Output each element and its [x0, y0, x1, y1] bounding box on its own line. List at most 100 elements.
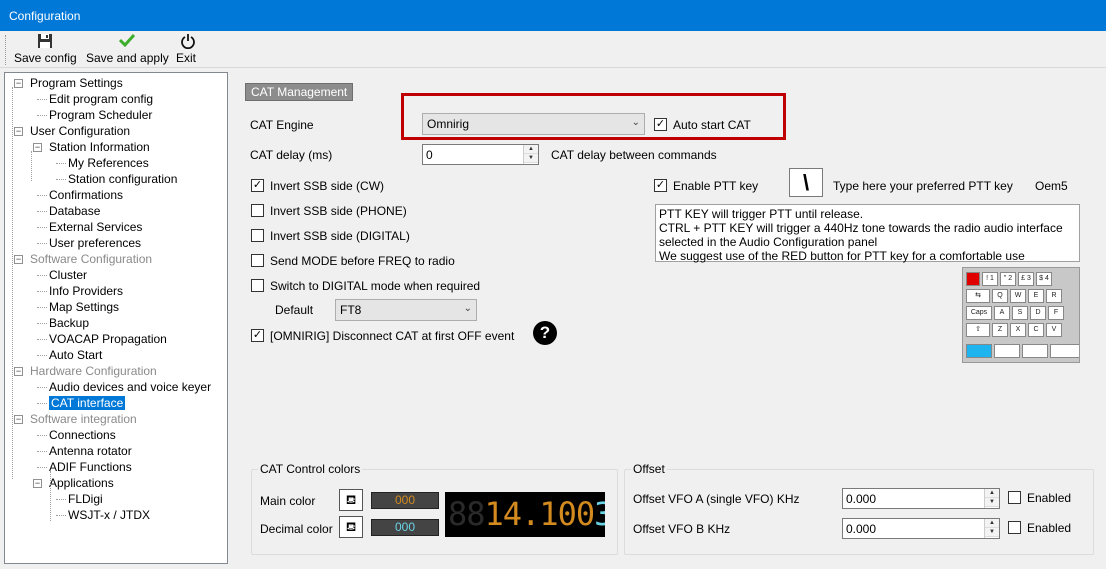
tree-item[interactable]: Info Providers — [49, 283, 123, 299]
offset-vfo-a-spinner[interactable]: ▲ ▼ — [984, 489, 999, 508]
cat-engine-select[interactable]: Omnirig ⌄ — [422, 113, 645, 135]
tree-expander-icon[interactable]: − — [14, 79, 23, 88]
tree-connector — [37, 467, 47, 468]
enable-ptt-checkbox[interactable]: ✓ — [654, 179, 667, 192]
tree-item[interactable]: Station configuration — [68, 171, 177, 187]
tree-item[interactable]: Antenna rotator — [49, 443, 132, 459]
tree-item-label: Program Settings — [30, 76, 123, 90]
invert-ssb-digital-checkbox[interactable] — [251, 229, 264, 242]
offset-vfo-a-value: 0.000 — [846, 492, 877, 506]
decimal-color-value[interactable]: 000 — [371, 519, 439, 536]
tree-item[interactable]: External Services — [49, 219, 142, 235]
frequency-display-preview: 8814.100300 — [445, 492, 605, 537]
tree-expander-icon[interactable]: − — [14, 367, 23, 376]
tree-expander-icon[interactable]: − — [33, 479, 42, 488]
cat-management-panel: CAT Management CAT Engine Omnirig ⌄ ✓ Au… — [236, 72, 1106, 569]
tree-item[interactable]: My References — [68, 155, 149, 171]
keyboard-key: W — [1010, 289, 1026, 303]
tree-connector — [37, 115, 47, 116]
default-mode-label: Default — [275, 303, 314, 317]
tree-item[interactable]: Applications — [49, 475, 114, 491]
keyboard-key — [966, 272, 980, 286]
tree-expander-icon[interactable]: − — [14, 127, 23, 136]
tree-item-label: Station configuration — [68, 172, 178, 186]
main-color-label: Main color — [260, 494, 316, 508]
tree-item[interactable]: CAT interface — [49, 395, 126, 411]
exit-button[interactable]: Exit — [176, 33, 200, 65]
tree-item[interactable]: Edit program config — [49, 91, 153, 107]
invert-ssb-cw-checkbox[interactable]: ✓ — [251, 179, 264, 192]
cat-delay-value: 0 — [426, 148, 433, 162]
keyboard-key: E — [1028, 289, 1044, 303]
tree-item[interactable]: Map Settings — [49, 299, 119, 315]
tree-item[interactable]: ADIF Functions — [49, 459, 132, 475]
save-config-button[interactable]: Save config — [14, 33, 77, 65]
tree-item-label: Confirmations — [49, 188, 124, 202]
tree-guide — [31, 151, 32, 181]
tree-item-label: User preferences — [49, 236, 142, 250]
tree-connector — [56, 499, 66, 500]
tree-item-label: VOACAP Propagation — [49, 332, 167, 346]
tree-item[interactable]: Cluster — [49, 267, 87, 283]
tree-item-label: Software integration — [30, 412, 137, 426]
tree-item[interactable]: Software Configuration — [30, 251, 152, 267]
keyboard-key: " 2 — [1000, 272, 1016, 286]
keyboard-key: A — [994, 306, 1010, 320]
tree-item-label: Antenna rotator — [49, 444, 132, 458]
tree-item-label: ADIF Functions — [49, 460, 132, 474]
tree-expander-icon[interactable]: − — [33, 143, 42, 152]
keyboard-key: X — [1010, 323, 1026, 337]
ptt-key-hint: Type here your preferred PTT key — [833, 179, 1013, 193]
offset-vfo-a-enabled-checkbox[interactable] — [1008, 491, 1021, 504]
tree-item[interactable]: FLDigi — [68, 491, 103, 507]
tree-item[interactable]: Database — [49, 203, 100, 219]
tree-item[interactable]: Program Settings — [30, 75, 123, 91]
invert-ssb-phone-label: Invert SSB side (PHONE) — [270, 204, 407, 218]
tree-expander-icon[interactable]: − — [14, 255, 23, 264]
offset-vfo-b-spinner[interactable]: ▲ ▼ — [984, 519, 999, 538]
paint-bucket-icon[interactable]: ⛾ — [339, 489, 363, 511]
tree-item[interactable]: Hardware Configuration — [30, 363, 157, 379]
tree-item[interactable]: User preferences — [49, 235, 141, 251]
offset-vfo-a-input[interactable]: 0.000 ▲ ▼ — [842, 488, 1000, 509]
invert-ssb-phone-checkbox[interactable] — [251, 204, 264, 217]
invert-ssb-digital-label: Invert SSB side (DIGITAL) — [270, 229, 410, 243]
auto-start-cat-checkbox[interactable]: ✓ — [654, 118, 667, 131]
cat-engine-label: CAT Engine — [250, 118, 314, 132]
cat-delay-label: CAT delay (ms) — [250, 148, 333, 162]
omnirig-disconnect-checkbox[interactable]: ✓ — [251, 329, 264, 342]
tree-item[interactable]: Backup — [49, 315, 89, 331]
send-mode-checkbox[interactable] — [251, 254, 264, 267]
tree-item[interactable]: Auto Start — [49, 347, 102, 363]
tree-item[interactable]: User Configuration — [30, 123, 130, 139]
question-mark-icon[interactable]: ? — [533, 321, 557, 345]
main-color-value[interactable]: 000 — [371, 492, 439, 509]
offset-vfo-b-enabled-checkbox[interactable] — [1008, 521, 1021, 534]
default-mode-select[interactable]: FT8 ⌄ — [335, 299, 477, 321]
save-and-apply-button[interactable]: Save and apply — [86, 33, 169, 65]
tree-item-label: Edit program config — [49, 92, 154, 106]
switch-digital-label: Switch to DIGITAL mode when required — [270, 279, 481, 293]
tree-expander-icon[interactable]: − — [14, 415, 23, 424]
tree-item[interactable]: Station Information — [49, 139, 150, 155]
ptt-info-box: PTT KEY will trigger PTT until release. … — [655, 204, 1080, 263]
keyboard-key: ! 1 — [982, 272, 998, 286]
tree-item[interactable]: VOACAP Propagation — [49, 331, 167, 347]
paint-bucket-icon[interactable]: ⛾ — [339, 516, 363, 538]
tree-item-label: Audio devices and voice keyer — [49, 380, 212, 394]
keyboard-key: V — [1046, 323, 1062, 337]
settings-tree[interactable]: Program Settings − Edit program config Prog… — [4, 72, 228, 564]
tree-item-label: Auto Start — [49, 348, 103, 362]
ptt-key-input[interactable]: \ — [789, 168, 823, 197]
cat-delay-spinner[interactable]: ▲ ▼ — [523, 145, 538, 164]
cat-delay-input[interactable]: 0 ▲ ▼ — [422, 144, 539, 165]
tree-item[interactable]: Software integration — [30, 411, 137, 427]
tree-item[interactable]: Confirmations — [49, 187, 123, 203]
tree-item[interactable]: Program Scheduler — [49, 107, 152, 123]
tree-item[interactable]: Audio devices and voice keyer — [49, 379, 211, 395]
switch-digital-checkbox[interactable] — [251, 279, 264, 292]
keyboard-image[interactable]: ! 1 " 2 £ 3 $ 4 ⇆ Q W E R Caps A S D F ⇧ Z X C V — [962, 267, 1080, 363]
offset-vfo-b-input[interactable]: 0.000 ▲ ▼ — [842, 518, 1000, 539]
tree-item[interactable]: Connections — [49, 427, 116, 443]
tree-item[interactable]: WSJT-x / JTDX — [68, 507, 150, 523]
